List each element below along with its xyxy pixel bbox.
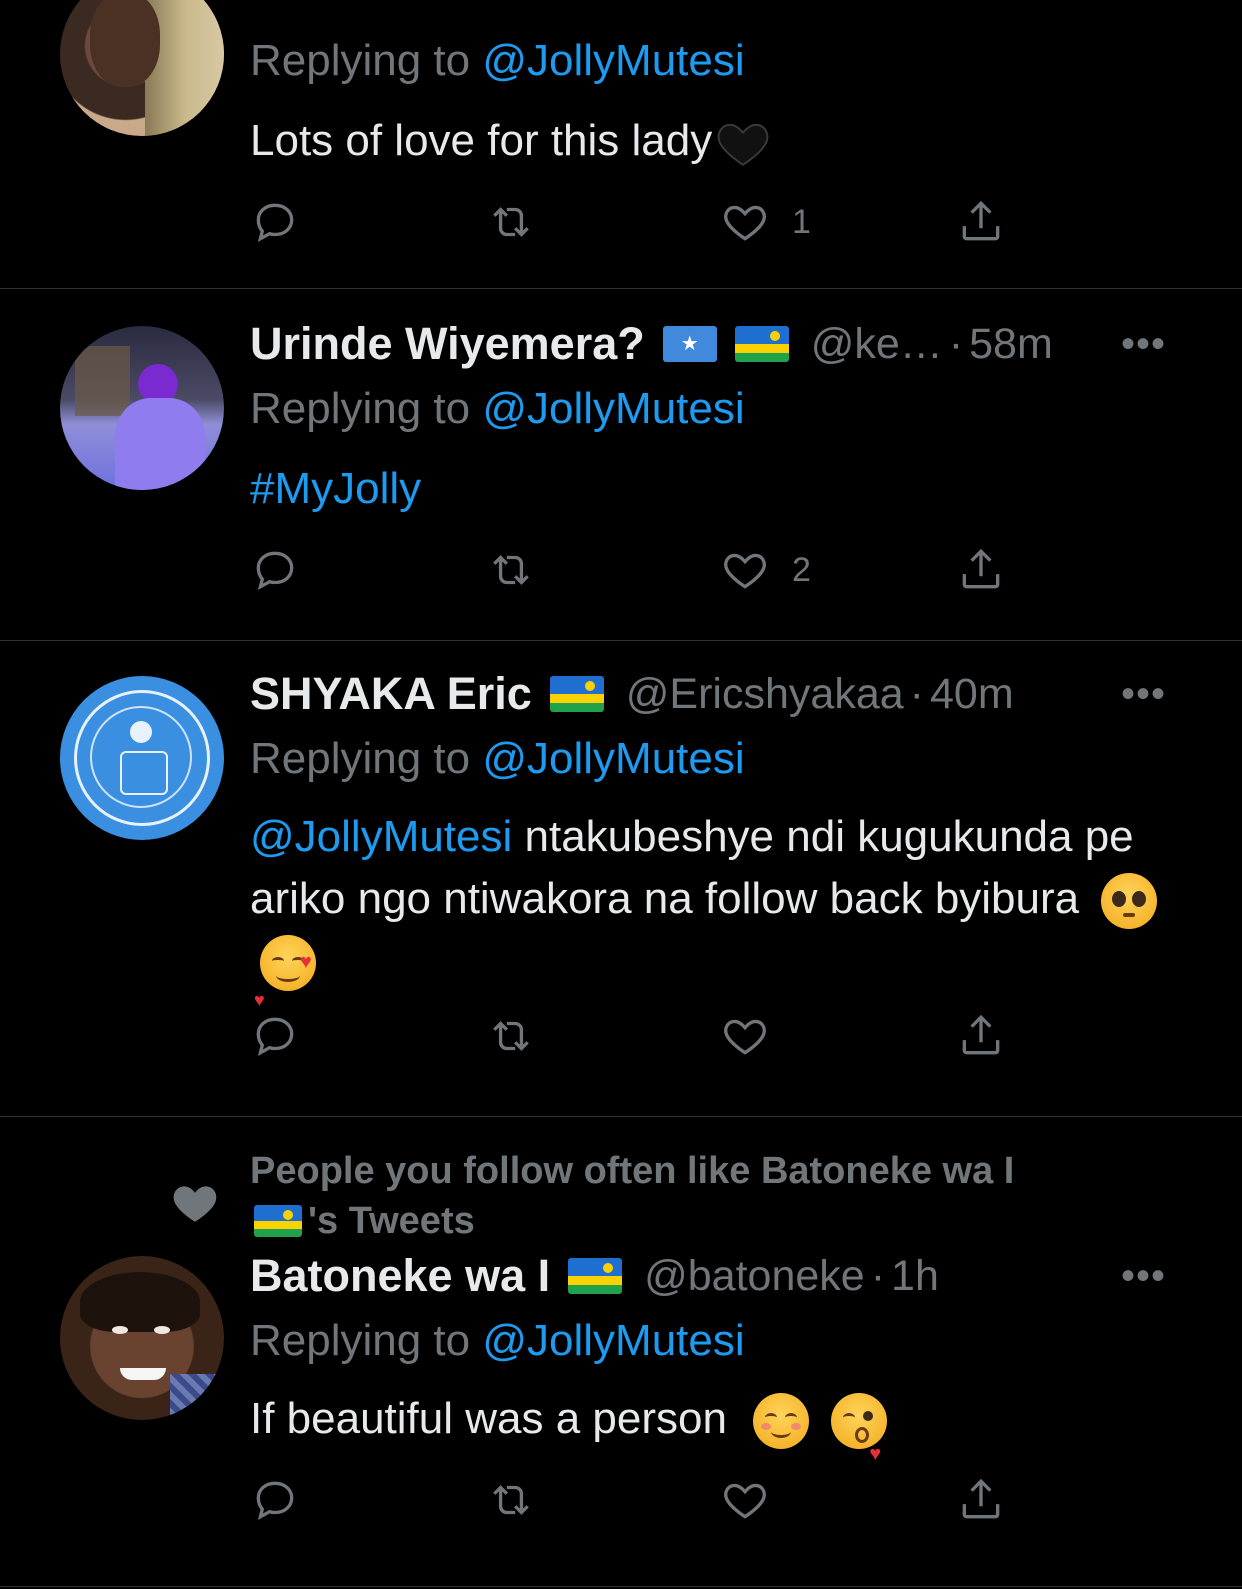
display-name[interactable]: SHYAKA Eric [250,668,532,720]
retweet-button[interactable] [486,1470,536,1530]
timestamp[interactable]: 1h [891,1252,939,1301]
mention-link[interactable]: @JollyMutesi [250,812,512,861]
tweet-text: Lots of love for this lady [250,110,1162,172]
share-icon [962,548,1000,589]
kissing-face-emoji: ♥ [831,1393,888,1465]
tweet-text: @JollyMutesi ntakubeshye ndi kugukunda p… [250,806,1162,1010]
more-options-icon[interactable]: ••• [1121,1254,1166,1299]
reply-icon [256,1017,294,1056]
avatar[interactable] [60,326,224,490]
more-options-icon[interactable]: ••• [1121,672,1166,717]
reply-icon [256,1481,294,1520]
heart-icon [724,553,766,589]
tweet-1[interactable]: Replying to @JollyMutesi Lots of love fo… [0,0,1242,286]
rwanda-flag-icon [734,326,789,362]
retweet-button[interactable] [486,540,536,600]
tweet-3[interactable]: SHYAKA Eric @Ericshyakaa · 40m ••• Reply… [0,642,1242,1116]
avatar[interactable] [60,0,224,136]
rwanda-flag-icon [254,1205,302,1237]
separator-dot: · [948,319,964,368]
like-button[interactable] [720,1470,770,1530]
share-button[interactable] [956,540,1006,600]
separator-dot: · [909,669,924,718]
heart-icon [724,205,766,241]
share-button[interactable] [956,1006,1006,1066]
somalia-flag-icon: ★ [662,326,717,362]
share-icon [962,1478,1000,1519]
timestamp[interactable]: 40m [930,670,1014,719]
reply-icon [256,551,294,590]
hashtag-link[interactable]: #MyJolly [250,464,421,513]
reply-button[interactable] [250,192,300,252]
retweet-icon [493,1021,529,1051]
smiling-face-with-hearts-emoji: ♥ ♥ [254,935,316,1010]
replying-to-link[interactable]: @JollyMutesi [482,384,744,433]
divider [0,1116,1242,1117]
like-button[interactable]: 1 [720,192,811,252]
display-name[interactable]: Batoneke wa I [250,1250,550,1302]
retweet-icon [493,207,529,237]
more-options-icon[interactable]: ••• [1121,322,1166,367]
replying-to-link[interactable]: @JollyMutesi [482,1316,744,1365]
like-button[interactable] [720,1006,770,1066]
share-icon [962,1014,1000,1055]
tweet-text: #MyJolly [250,458,1162,520]
avatar[interactable] [60,676,224,840]
heart-icon [173,1186,217,1222]
heart-icon [724,1483,766,1519]
tweet-2[interactable]: Urinde Wiyemera? ★ @ke… · 58m ••• Replyi… [0,290,1242,640]
display-name[interactable]: Urinde Wiyemera? [250,318,645,370]
tweet-4[interactable]: People you follow often like Batoneke wa… [0,1118,1242,1589]
replying-to-link[interactable]: @JollyMutesi [482,36,744,85]
like-count: 1 [792,202,811,241]
pleading-face-emoji [1101,873,1158,930]
retweet-icon [493,1485,529,1515]
like-button[interactable]: 2 [720,540,811,600]
username[interactable]: @Ericshyakaa [626,670,904,719]
divider [0,1586,1242,1587]
separator-dot: · [870,1251,886,1300]
tweet-text: If beautiful was a person ♥ [250,1388,1162,1465]
replying-to: Replying to @JollyMutesi [250,734,745,783]
retweet-button[interactable] [486,1006,536,1066]
username[interactable]: @ke… [811,320,943,369]
replying-to: Replying to @JollyMutesi [250,36,745,85]
replying-to-link[interactable]: @JollyMutesi [482,734,744,783]
retweet-icon [493,555,529,585]
social-context: People you follow often like Batoneke wa… [250,1150,1015,1242]
reply-button[interactable] [250,1470,300,1530]
reply-button[interactable] [250,540,300,600]
black-heart-emoji [714,114,772,172]
retweet-button[interactable] [486,192,536,252]
username[interactable]: @batoneke [644,1252,865,1301]
replying-to: Replying to @JollyMutesi [250,384,745,433]
divider [0,288,1242,289]
reply-button[interactable] [250,1006,300,1066]
reply-icon [256,203,294,242]
divider [0,640,1242,641]
share-button[interactable] [956,192,1006,252]
heart-icon [724,1019,766,1055]
replying-to: Replying to @JollyMutesi [250,1316,745,1365]
smiling-face-emoji [753,1393,810,1450]
share-icon [962,200,1000,241]
timestamp[interactable]: 58m [969,320,1053,369]
rwanda-flag-icon [549,676,604,712]
share-button[interactable] [956,1470,1006,1530]
rwanda-flag-icon [568,1258,623,1294]
avatar[interactable] [60,1256,224,1420]
like-count: 2 [792,550,811,589]
